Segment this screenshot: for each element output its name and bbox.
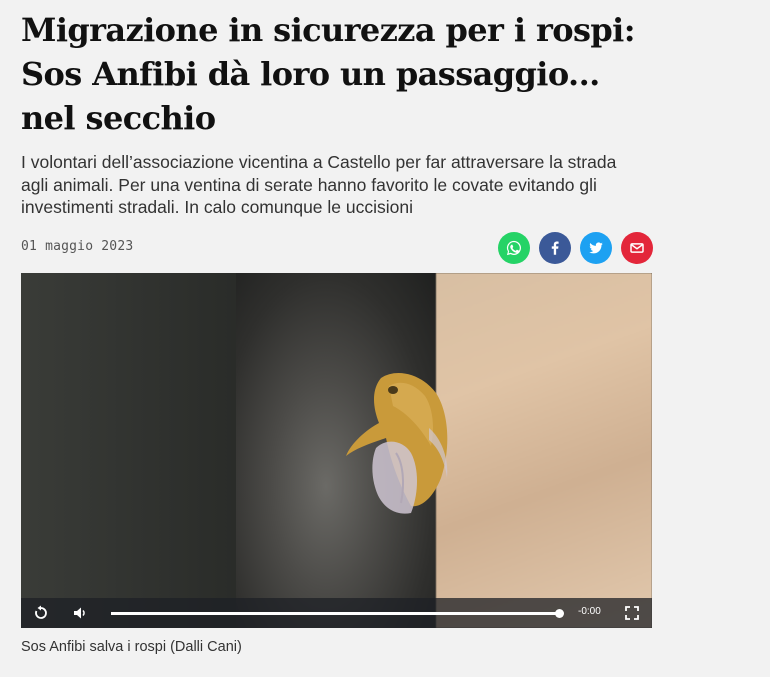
video-player[interactable]: -0:00 — [21, 273, 652, 628]
share-buttons — [498, 232, 653, 264]
article-title: Migrazione in sicurezza per i rospi: Sos… — [21, 11, 636, 137]
whatsapp-icon — [506, 240, 521, 256]
share-twitter-button[interactable] — [580, 232, 612, 264]
facebook-icon — [551, 241, 559, 255]
video-controls: -0:00 — [21, 598, 652, 628]
progress-bar[interactable] — [111, 609, 564, 618]
toad-in-hand-image — [346, 373, 448, 514]
twitter-icon — [589, 242, 603, 254]
video-frame-left — [21, 273, 236, 628]
progress-handle[interactable] — [554, 609, 564, 618]
progress-fill — [111, 612, 559, 615]
share-email-button[interactable] — [621, 232, 653, 264]
fullscreen-icon[interactable] — [624, 605, 640, 621]
meta-row: 01 maggio 2023 — [21, 230, 653, 266]
share-whatsapp-button[interactable] — [498, 232, 530, 264]
email-icon — [630, 243, 644, 253]
publish-date: 01 maggio 2023 — [21, 239, 134, 254]
volume-icon[interactable] — [72, 605, 88, 621]
video-caption: Sos Anfibi salva i rospi (Dalli Cani) — [21, 639, 242, 655]
replay-icon[interactable] — [33, 605, 49, 621]
article-subtitle: I volontari dell’associazione vicentina … — [21, 152, 617, 217]
article: Migrazione in sicurezza per i rospi: Sos… — [21, 0, 661, 655]
share-facebook-button[interactable] — [539, 232, 571, 264]
time-remaining: -0:00 — [578, 606, 601, 617]
video-frame-right — [436, 273, 652, 628]
